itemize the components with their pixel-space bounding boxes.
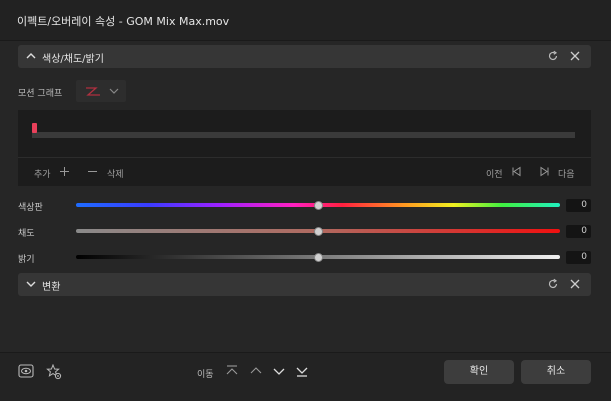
next-keyframe-label[interactable]: 다음 bbox=[558, 167, 575, 180]
keyframe-timeline[interactable] bbox=[18, 110, 591, 157]
prev-keyframe-icon[interactable] bbox=[511, 166, 522, 177]
keyframe-marker[interactable] bbox=[32, 123, 37, 133]
section-transform-header[interactable]: 변환 bbox=[18, 273, 591, 296]
chevron-down-icon bbox=[109, 88, 119, 94]
plus-icon[interactable] bbox=[59, 166, 70, 177]
hue-label: 색상판 bbox=[18, 203, 43, 213]
chevron-up-icon[interactable] bbox=[25, 50, 37, 62]
zigzag-red-icon bbox=[86, 87, 100, 96]
brightness-value[interactable]: 0 bbox=[566, 251, 591, 264]
saturation-slider-thumb[interactable] bbox=[314, 227, 323, 236]
section-transform-label: 변환 bbox=[42, 282, 61, 293]
motion-graph-label: 모션 그래프 bbox=[18, 89, 63, 99]
move-to-top-icon[interactable] bbox=[225, 364, 239, 378]
motion-graph-select[interactable] bbox=[76, 80, 126, 102]
chevron-down-icon[interactable] bbox=[25, 278, 37, 290]
section-color-header[interactable]: 색상/채도/밝기 bbox=[18, 45, 591, 68]
saturation-value[interactable]: 0 bbox=[566, 225, 591, 238]
hue-slider-thumb[interactable] bbox=[314, 201, 323, 210]
reset-icon[interactable] bbox=[547, 278, 559, 290]
move-down-icon[interactable] bbox=[272, 364, 286, 378]
reset-icon[interactable] bbox=[547, 50, 559, 62]
move-to-bottom-icon[interactable] bbox=[295, 364, 309, 378]
next-keyframe-icon[interactable] bbox=[539, 166, 550, 177]
keyframe-toolbar: 추가 삭제 이전 다음 bbox=[18, 157, 591, 186]
ok-button[interactable]: 확인 bbox=[444, 360, 514, 384]
prev-keyframe-label[interactable]: 이전 bbox=[486, 167, 503, 180]
timeline-track[interactable] bbox=[32, 132, 575, 138]
move-label: 이동 bbox=[197, 370, 214, 380]
brightness-slider-thumb[interactable] bbox=[314, 253, 323, 262]
preview-eye-icon[interactable] bbox=[18, 364, 34, 378]
window-title: 이펙트/오버레이 속성 - GOM Mix Max.mov bbox=[17, 15, 230, 28]
add-keyframe-label[interactable]: 추가 bbox=[34, 167, 51, 180]
saturation-label: 채도 bbox=[18, 229, 35, 239]
close-icon[interactable] bbox=[569, 50, 581, 62]
minus-icon[interactable] bbox=[87, 166, 98, 177]
hue-value[interactable]: 0 bbox=[566, 199, 591, 212]
close-icon[interactable] bbox=[569, 278, 581, 290]
cancel-button[interactable]: 취소 bbox=[521, 360, 591, 384]
delete-keyframe-label[interactable]: 삭제 bbox=[107, 167, 124, 180]
section-color-label: 색상/채도/밝기 bbox=[42, 54, 104, 65]
effect-settings-icon[interactable] bbox=[46, 364, 62, 380]
move-up-icon[interactable] bbox=[249, 364, 263, 378]
brightness-label: 밝기 bbox=[18, 255, 35, 265]
title-bar: 이펙트/오버레이 속성 - GOM Mix Max.mov bbox=[0, 0, 611, 41]
